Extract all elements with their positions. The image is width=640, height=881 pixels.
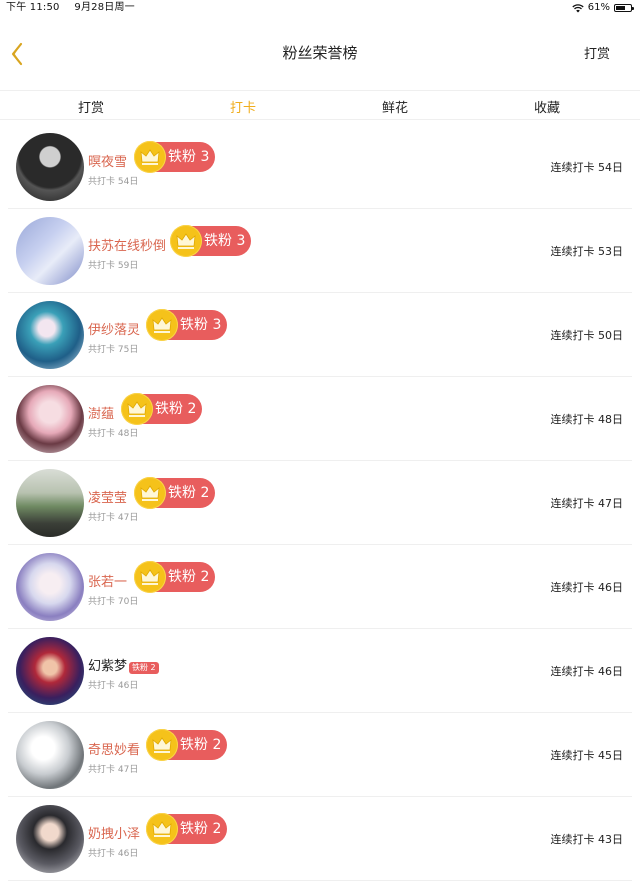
streak-count: 连续打卡 48日 (550, 413, 624, 426)
status-right: 61% (572, 0, 634, 16)
avatar (16, 469, 84, 537)
crown-icon (134, 141, 166, 173)
fan-badge: 铁粉 2 (121, 393, 203, 425)
fan-name: 澍蕴 (88, 407, 115, 422)
fan-badge: 铁粉 3 (134, 141, 216, 173)
crown-icon (146, 813, 178, 845)
fan-name: 扶苏在线秒倒 (88, 239, 167, 254)
list-item[interactable]: 扶苏在线秒倒 铁粉 3 共打卡 59日 连续打卡 53日 (8, 209, 632, 293)
fan-badge-label: 铁粉 3 (168, 149, 210, 165)
battery-percent: 61% (587, 2, 610, 13)
list-item[interactable]: 奇思妙看 铁粉 2 共打卡 47日 连续打卡 45日 (8, 713, 632, 797)
tab-checkin[interactable]: 打卡 (203, 97, 283, 116)
list-item[interactable]: 凌莹莹 铁粉 2 共打卡 47日 连续打卡 47日 (8, 461, 632, 545)
fan-badge-label: 铁粉 2 (180, 737, 222, 753)
streak-count: 连续打卡 46日 (550, 665, 624, 678)
avatar (16, 385, 84, 453)
total-checkins: 共打卡 48日 (88, 429, 139, 439)
avatar (16, 133, 84, 201)
fan-badge-label: 铁粉 3 (180, 317, 222, 333)
avatar (16, 301, 84, 369)
streak-count: 连续打卡 50日 (550, 329, 624, 342)
crown-icon (121, 393, 153, 425)
crown-icon (134, 561, 166, 593)
avatar (16, 805, 84, 873)
fan-badge: 铁粉 2 (134, 477, 216, 509)
tab-bar: 打赏 打卡 鲜花 收藏 (0, 90, 640, 120)
fan-badge: 铁粉 2 (146, 813, 228, 845)
tab-flowers[interactable]: 鲜花 (355, 97, 435, 116)
streak-count: 连续打卡 47日 (550, 497, 624, 510)
total-checkins: 共打卡 47日 (88, 513, 139, 523)
fan-name: 伊纱落灵 (88, 323, 141, 338)
fan-name: 暝夜雪 (88, 155, 128, 170)
list-item[interactable]: 伊纱落灵 铁粉 3 共打卡 75日 连续打卡 50日 (8, 293, 632, 377)
fan-badge-label: 铁粉 2 (168, 485, 210, 501)
status-date: 9月28日周一 (74, 2, 135, 13)
tab-reward[interactable]: 打赏 (51, 97, 131, 116)
fan-badge: 铁粉 2 (146, 729, 228, 761)
fan-name: 奇思妙看 (88, 743, 141, 758)
fan-badge-label: 铁粉 2 (180, 821, 222, 837)
fan-badge: 铁粉 3 (146, 309, 228, 341)
streak-count: 连续打卡 43日 (550, 833, 624, 846)
crown-icon (134, 477, 166, 509)
wifi-icon (572, 3, 584, 12)
crown-icon (170, 225, 202, 257)
avatar (16, 217, 84, 285)
fan-badge-label: 铁粉 3 (204, 233, 246, 249)
total-checkins: 共打卡 70日 (88, 597, 139, 607)
streak-count: 连续打卡 45日 (550, 749, 624, 762)
battery-icon (614, 4, 634, 12)
tab-favorites[interactable]: 收藏 (507, 97, 587, 116)
status-time-date: 下午 11:50 9月28日周一 (6, 0, 135, 16)
status-bar: 下午 11:50 9月28日周一 61% (0, 0, 640, 16)
fan-badge-small: 铁粉 2 (129, 662, 159, 674)
avatar (16, 721, 84, 789)
streak-count: 连续打卡 53日 (550, 245, 624, 258)
list-item[interactable]: 奶拽小泽 铁粉 2 共打卡 46日 连续打卡 43日 (8, 797, 632, 881)
list-item[interactable]: 暝夜雪 铁粉 3 共打卡 54日 连续打卡 54日 (8, 125, 632, 209)
fan-badge-label: 铁粉 2 (155, 401, 197, 417)
fan-name: 张若一 (88, 575, 128, 590)
page-title: 粉丝荣誉榜 (282, 44, 358, 62)
list-item[interactable]: 澍蕴 铁粉 2 共打卡 48日 连续打卡 48日 (8, 377, 632, 461)
total-checkins: 共打卡 46日 (88, 681, 139, 691)
fan-name: 凌莹莹 (88, 491, 128, 506)
fan-badge: 铁粉 2 (134, 561, 216, 593)
nav-bar: 粉丝荣誉榜 打赏 (0, 22, 640, 84)
fan-name: 奶拽小泽 (88, 827, 141, 842)
fan-badge-label: 铁粉 2 (168, 569, 210, 585)
total-checkins: 共打卡 75日 (88, 345, 139, 355)
avatar (16, 553, 84, 621)
total-checkins: 共打卡 59日 (88, 261, 139, 271)
fan-badge: 铁粉 3 (170, 225, 252, 257)
status-time: 下午 11:50 (6, 2, 60, 13)
crown-icon (146, 309, 178, 341)
avatar (16, 637, 84, 705)
streak-count: 连续打卡 46日 (550, 581, 624, 594)
fan-name: 幻紫梦 (88, 659, 128, 674)
streak-count: 连续打卡 54日 (550, 161, 624, 174)
reward-button[interactable]: 打赏 (584, 43, 610, 62)
list-item[interactable]: 幻紫梦 铁粉 2 共打卡 46日 连续打卡 46日 (8, 629, 632, 713)
list-item[interactable]: 张若一 铁粉 2 共打卡 70日 连续打卡 46日 (8, 545, 632, 629)
crown-icon (146, 729, 178, 761)
total-checkins: 共打卡 54日 (88, 177, 139, 187)
total-checkins: 共打卡 47日 (88, 765, 139, 775)
